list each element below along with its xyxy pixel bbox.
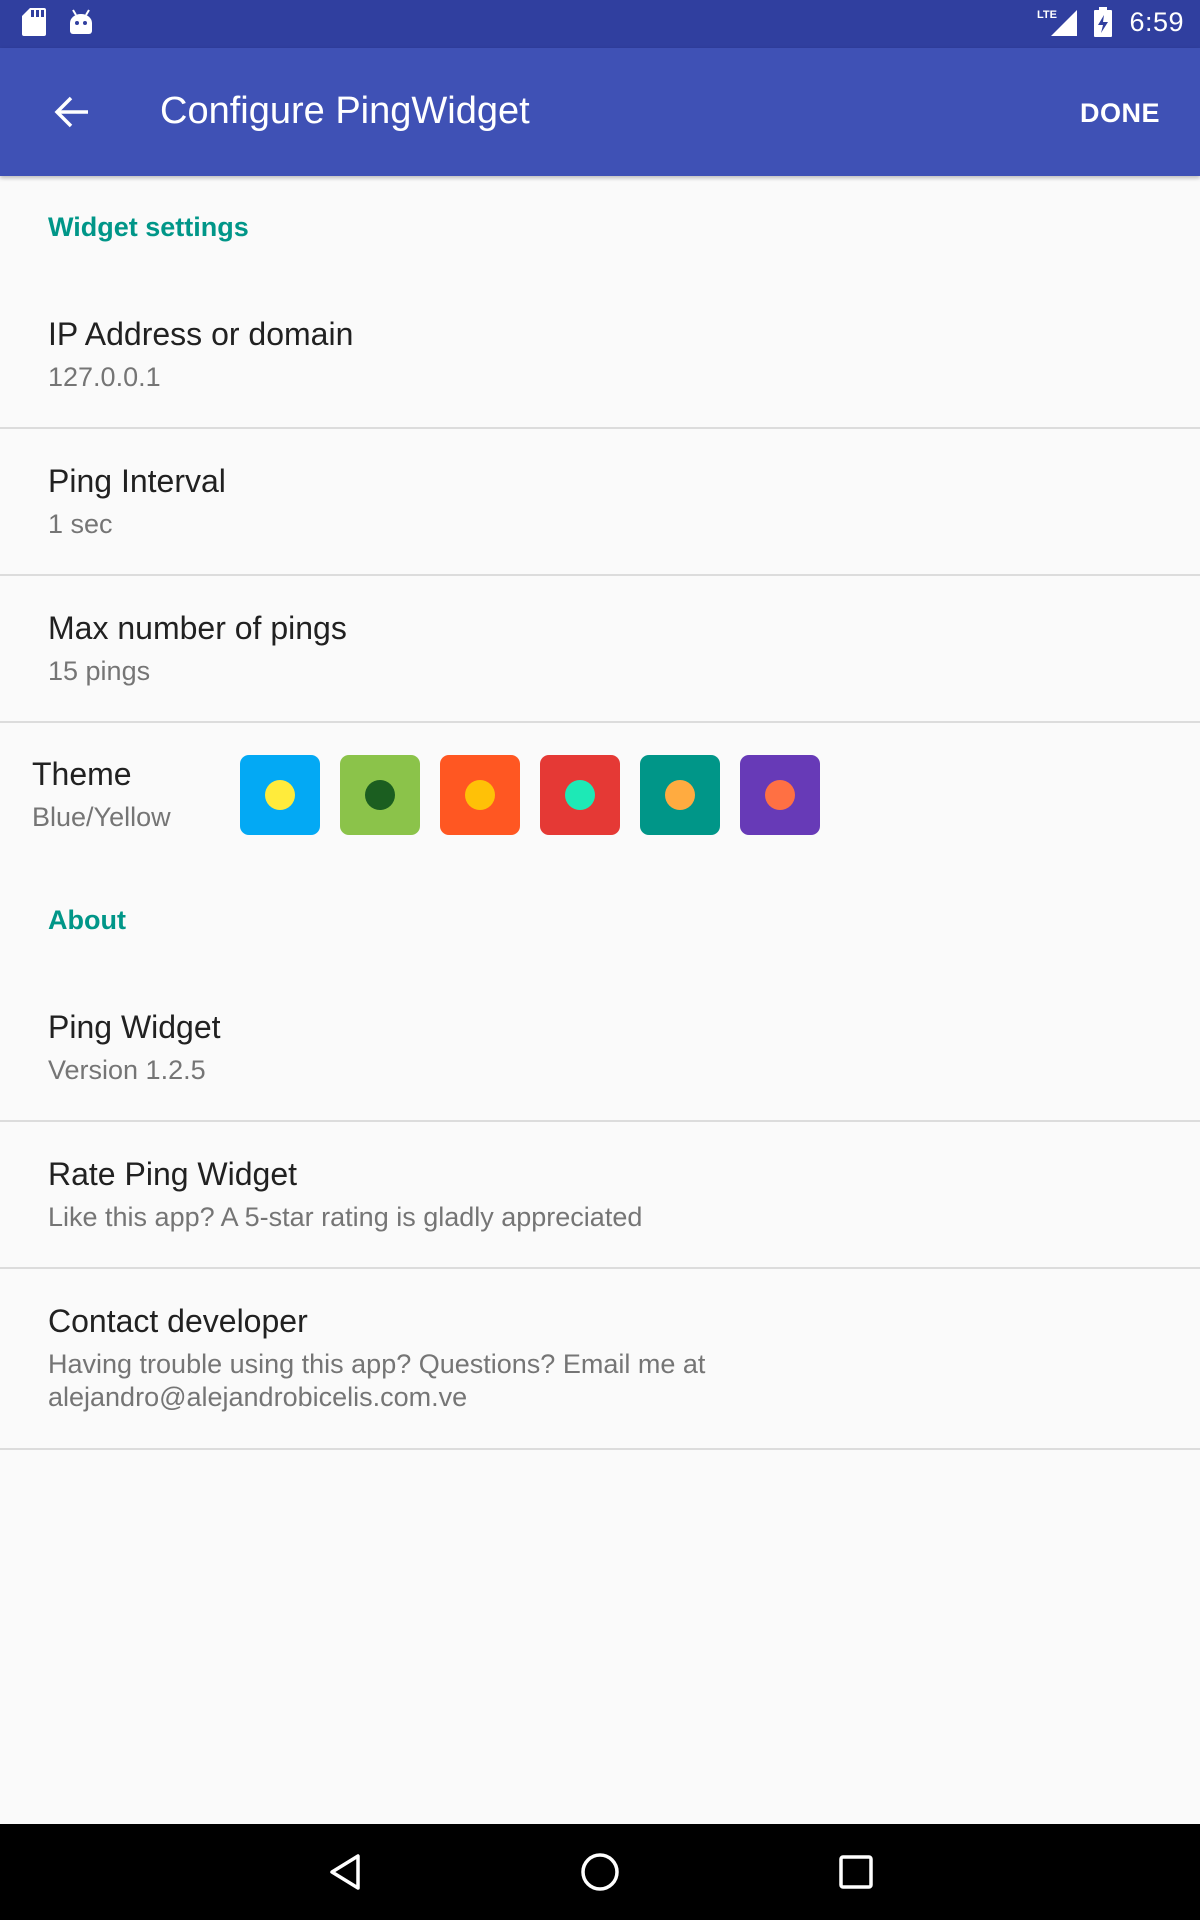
pref-app-version[interactable]: Ping Widget Version 1.2.5 bbox=[0, 975, 1200, 1122]
arrow-back-icon bbox=[54, 96, 88, 128]
nav-back-button[interactable] bbox=[315, 1842, 375, 1902]
nav-home-button[interactable] bbox=[570, 1842, 630, 1902]
svg-text:LTE: LTE bbox=[1037, 9, 1057, 21]
status-time: 6:59 bbox=[1129, 6, 1184, 37]
signal-icon: LTE bbox=[1037, 9, 1078, 36]
pref-summary: Having trouble using this app? Questions… bbox=[48, 1349, 706, 1412]
pref-title: IP Address or domain bbox=[48, 315, 354, 352]
pref-ip-address[interactable]: IP Address or domain 127.0.0.1 bbox=[0, 282, 1200, 429]
theme-swatch[interactable] bbox=[240, 755, 320, 835]
pref-summary: Blue/Yellow bbox=[32, 802, 171, 832]
swatch-dot bbox=[265, 780, 295, 810]
theme-label: Theme Blue/Yellow bbox=[32, 756, 171, 834]
preferences-list: Widget settings IP Address or domain 127… bbox=[0, 176, 1200, 1450]
pref-summary: Like this app? A 5-star rating is gladly… bbox=[48, 1201, 643, 1232]
swatch-dot bbox=[665, 780, 695, 810]
android-icon bbox=[70, 9, 92, 34]
pref-summary: 1 sec bbox=[48, 508, 113, 539]
status-bar: LTE 6:59 bbox=[0, 0, 1200, 48]
pref-summary: Version 1.2.5 bbox=[48, 1054, 206, 1085]
theme-swatches bbox=[240, 755, 820, 835]
theme-swatch[interactable] bbox=[640, 755, 720, 835]
theme-swatch[interactable] bbox=[340, 755, 420, 835]
pref-max-pings[interactable]: Max number of pings 15 pings bbox=[0, 576, 1200, 723]
sd-card-icon bbox=[22, 8, 46, 36]
pref-summary: 15 pings bbox=[48, 655, 151, 686]
home-circle-icon bbox=[581, 1853, 619, 1891]
pref-title: Ping Interval bbox=[48, 462, 226, 499]
pref-rate-app[interactable]: Rate Ping Widget Like this app? A 5-star… bbox=[0, 1122, 1200, 1269]
swatch-dot bbox=[365, 780, 395, 810]
pref-title: Max number of pings bbox=[48, 609, 347, 646]
recents-square-icon bbox=[839, 1855, 873, 1889]
swatch-dot bbox=[565, 780, 595, 810]
app-bar: Configure PingWidget DONE bbox=[0, 48, 1200, 176]
back-triangle-icon bbox=[330, 1854, 360, 1890]
nav-recents-button[interactable] bbox=[826, 1842, 886, 1902]
swatch-dot bbox=[465, 780, 495, 810]
section-header-about: About bbox=[48, 905, 126, 935]
pref-title: Ping Widget bbox=[48, 1008, 221, 1045]
pref-summary: 127.0.0.1 bbox=[48, 361, 161, 392]
battery-charging-icon bbox=[1094, 7, 1113, 37]
pref-title: Theme bbox=[32, 756, 132, 792]
pref-ping-interval[interactable]: Ping Interval 1 sec bbox=[0, 429, 1200, 576]
theme-swatch[interactable] bbox=[540, 755, 620, 835]
page-title: Configure PingWidget bbox=[160, 90, 530, 132]
pref-contact-developer[interactable]: Contact developer Having trouble using t… bbox=[0, 1269, 1200, 1450]
done-button[interactable]: DONE bbox=[1080, 98, 1160, 129]
pref-title: Contact developer bbox=[48, 1303, 308, 1339]
swatch-dot bbox=[765, 780, 795, 810]
back-button[interactable] bbox=[40, 88, 104, 136]
theme-swatch[interactable] bbox=[740, 755, 820, 835]
pref-theme: Theme Blue/Yellow bbox=[0, 723, 1200, 869]
section-header-widget-settings: Widget settings bbox=[48, 212, 249, 242]
navigation-bar bbox=[0, 1824, 1200, 1920]
pref-title: Rate Ping Widget bbox=[48, 1155, 298, 1192]
theme-swatch[interactable] bbox=[440, 755, 520, 835]
